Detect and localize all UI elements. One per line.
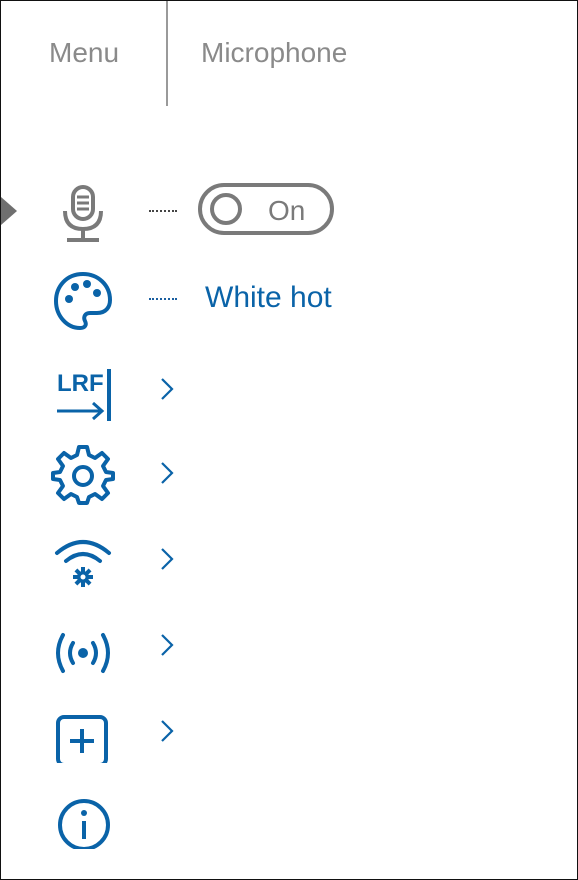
menu-item-microphone[interactable]: On <box>1 173 577 253</box>
menu-item-color-palette[interactable]: White hot <box>1 261 577 341</box>
chevron-right-icon <box>161 548 174 570</box>
lrf-icon-text: LRF <box>57 370 104 397</box>
toggle-knob <box>210 193 242 225</box>
dotted-leader <box>149 298 177 300</box>
lrf-icon: LRF <box>57 369 111 421</box>
toggle-label: On <box>268 195 306 226</box>
menu-screen: Menu Microphone On White hot LRF <box>0 0 578 880</box>
menu-item-add[interactable] <box>1 691 577 771</box>
microphone-toggle[interactable]: On <box>198 183 334 235</box>
menu-item-lrf[interactable]: LRF <box>1 349 577 429</box>
chevron-right-icon <box>161 634 174 656</box>
info-icon <box>58 799 110 849</box>
chevron-right-icon <box>161 462 174 484</box>
gear-icon <box>51 445 115 505</box>
plus-box-icon <box>56 715 108 763</box>
menu-item-info[interactable] <box>1 777 577 857</box>
palette-icon <box>54 272 112 330</box>
wifi-settings-icon <box>55 540 111 587</box>
microphone-icon <box>63 185 103 242</box>
menu-item-wifi-settings[interactable] <box>1 519 577 599</box>
chevron-right-icon <box>161 378 174 400</box>
broadcast-icon <box>56 633 110 673</box>
header-divider <box>166 1 168 106</box>
page-title: Microphone <box>201 37 348 68</box>
dotted-leader <box>149 210 177 212</box>
menu-item-broadcast[interactable] <box>1 605 577 685</box>
palette-value: White hot <box>205 281 332 314</box>
chevron-right-icon <box>161 720 174 742</box>
menu-header-label: Menu <box>49 37 120 68</box>
menu-item-settings[interactable] <box>1 433 577 513</box>
